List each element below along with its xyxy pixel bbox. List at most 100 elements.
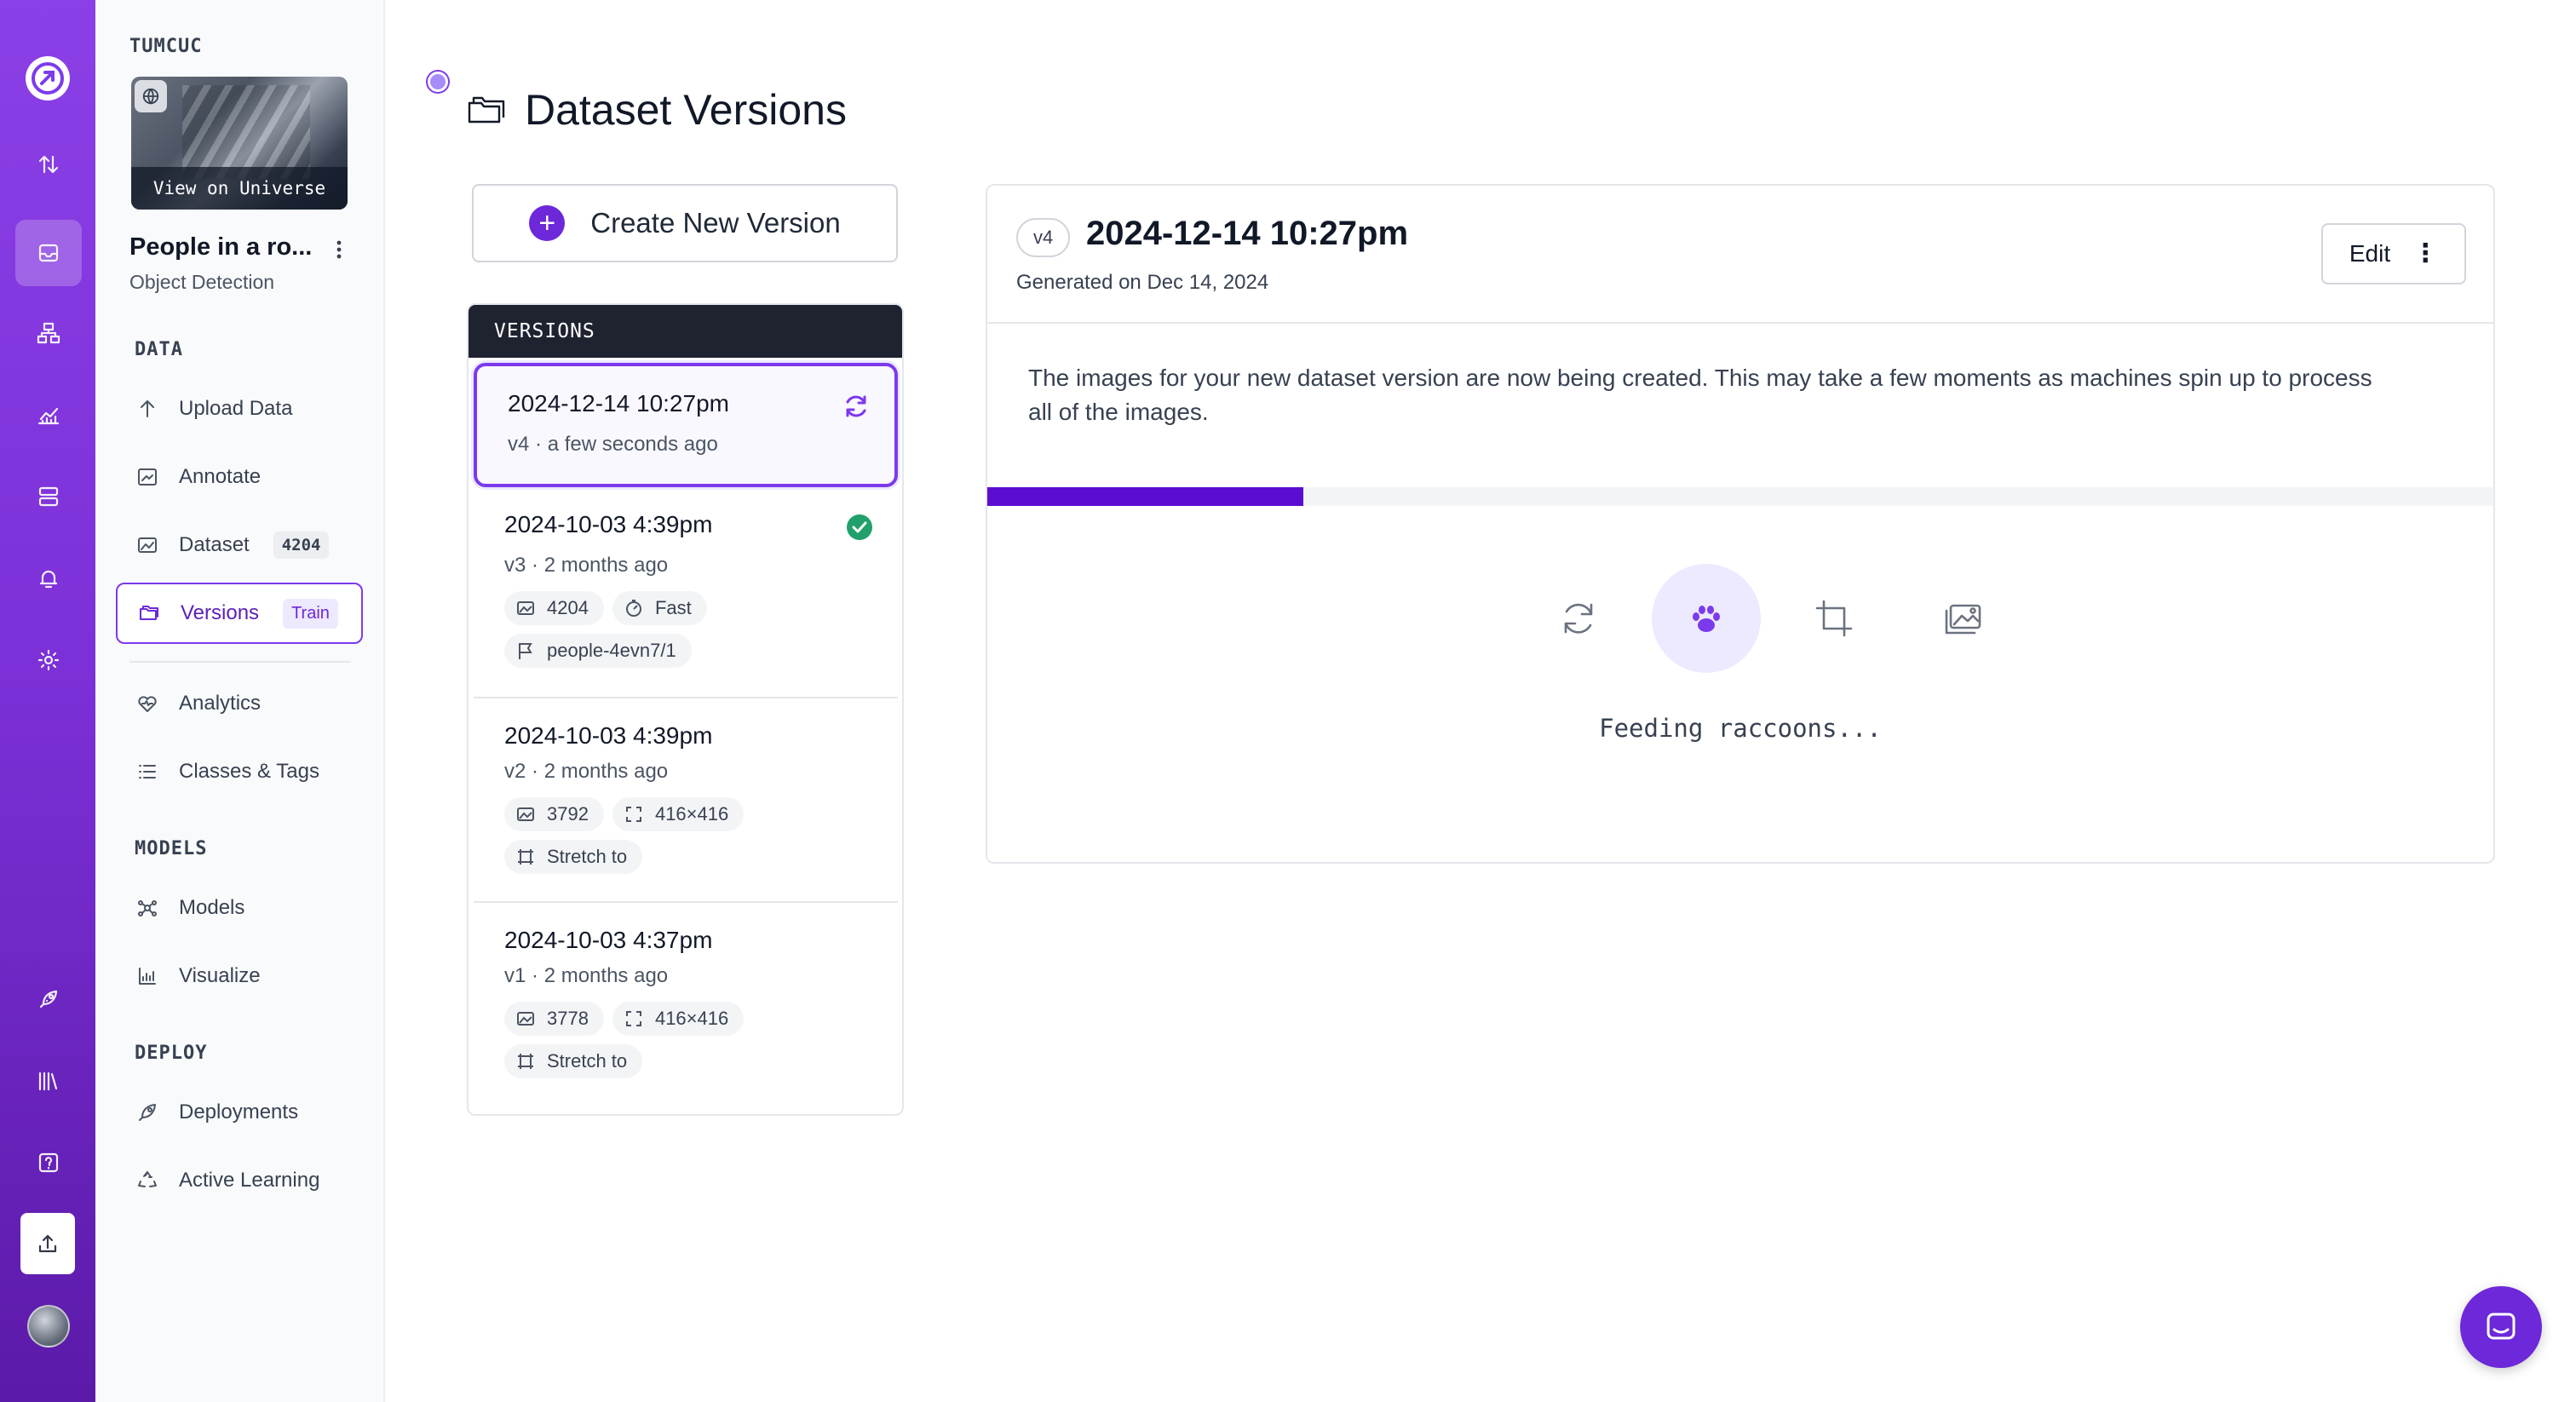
nav-classes-tags-label: Classes & Tags — [179, 760, 319, 783]
version-chips: 3792 416×416 Stretch to — [504, 797, 879, 874]
version-detail-header: v4 2024-12-14 10:27pm Generated on Dec 1… — [987, 186, 2493, 324]
version-date: 2024-12-14 10:27pm — [508, 390, 729, 417]
chat-icon — [2487, 1313, 2516, 1340]
version-card[interactable]: 2024-10-03 4:39pm v3 · 2 months ago 4204… — [474, 487, 898, 678]
create-new-version-button[interactable]: + Create New Version — [472, 184, 898, 262]
project-thumbnail[interactable]: View on Universe — [131, 77, 348, 210]
project-sidebar: TUMCUC View on Universe People in a ro..… — [95, 0, 448, 1402]
library-icon[interactable] — [15, 1048, 82, 1114]
nav-versions-label: Versions — [181, 601, 260, 624]
version-card[interactable]: 2024-10-03 4:39pm v2 · 2 months ago 3792… — [474, 698, 898, 901]
transfer-icon[interactable] — [15, 131, 82, 198]
nav-dataset[interactable]: Dataset 4204 — [116, 514, 363, 576]
section-models: MODELS — [135, 838, 208, 859]
refresh-icon — [1524, 564, 1633, 673]
chip: 3792 — [504, 797, 604, 831]
chip: 3778 — [504, 1002, 604, 1036]
dataset-icon — [138, 537, 157, 553]
create-new-version-label: Create New Version — [590, 207, 841, 238]
list-icon — [139, 765, 156, 779]
image-icon — [517, 1012, 534, 1026]
roboflow-logo-icon[interactable] — [26, 56, 70, 101]
project-name[interactable]: People in a ro... — [129, 233, 312, 261]
chat-launcher-button[interactable] — [2460, 1286, 2542, 1368]
workflow-icon[interactable] — [15, 300, 82, 366]
globe-icon — [135, 80, 167, 112]
nav-active-learning[interactable]: Active Learning — [116, 1150, 363, 1211]
generation-message: The images for your new dataset version … — [1028, 365, 2372, 425]
image-icon — [517, 807, 534, 821]
crop-icon — [518, 849, 533, 865]
chip: 416×416 — [612, 797, 745, 831]
avatar[interactable] — [27, 1305, 70, 1347]
nav-analytics[interactable]: Analytics — [116, 673, 363, 734]
generated-date: Generated on Dec 14, 2024 — [1016, 271, 1269, 294]
chip: Stretch to — [504, 1044, 643, 1078]
nav-deployments[interactable]: Deployments — [116, 1082, 363, 1143]
nav-active-learning-label: Active Learning — [179, 1169, 320, 1192]
workspace-name[interactable]: TUMCUC — [129, 36, 202, 57]
chip: 416×416 — [612, 1002, 745, 1036]
nav-upload-data[interactable]: Upload Data — [116, 378, 363, 440]
nav-visualize[interactable]: Visualize — [116, 945, 363, 1007]
server-icon[interactable] — [15, 463, 82, 530]
version-tag-badge: v4 — [1016, 218, 1071, 257]
nav-models[interactable]: Models — [116, 877, 363, 939]
visualize-icon — [139, 968, 156, 985]
bell-icon[interactable] — [15, 545, 82, 612]
nav-annotate[interactable]: Annotate — [116, 446, 363, 508]
version-detail-panel: v4 2024-12-14 10:27pm Generated on Dec 1… — [986, 184, 2495, 864]
version-card[interactable]: 2024-10-03 4:37pm v1 · 2 months ago 3778… — [474, 903, 898, 1107]
image-icon — [517, 601, 534, 615]
rocket-icon[interactable] — [15, 966, 82, 1032]
nav-divider — [129, 661, 351, 663]
nav-models-label: Models — [179, 896, 245, 919]
nav-annotate-label: Annotate — [179, 465, 262, 488]
status-text: Feeding raccoons... — [1599, 714, 1882, 743]
view-on-universe-link[interactable]: View on Universe — [131, 167, 348, 210]
page-title: Dataset Versions — [525, 86, 847, 134]
folder-icon — [468, 96, 505, 124]
version-meta: v1 · 2 months ago — [504, 964, 669, 987]
analytics-icon — [138, 696, 157, 712]
version-title: 2024-12-14 10:27pm — [1086, 215, 1409, 252]
annotate-icon — [138, 468, 157, 486]
images-icon — [1909, 564, 2018, 673]
versions-folder-icon — [140, 606, 158, 620]
project-menu-icon[interactable] — [327, 235, 351, 264]
gear-icon[interactable] — [15, 627, 82, 693]
version-card[interactable]: 2024-12-14 10:27pm v4 · a few seconds ag… — [474, 363, 898, 487]
chart-icon[interactable] — [15, 382, 82, 448]
version-date: 2024-10-03 4:37pm — [504, 927, 713, 953]
versions-list: VERSIONS 2024-12-14 10:27pm v4 · a few s… — [467, 303, 904, 1116]
status-dot — [428, 72, 448, 92]
help-icon[interactable] — [15, 1129, 82, 1196]
version-chips: 3778 416×416 Stretch to — [504, 1002, 879, 1078]
chip: Fast — [612, 591, 707, 625]
nav-visualize-label: Visualize — [179, 964, 261, 987]
chip: Stretch to — [504, 840, 643, 874]
chip: people-4evn7/1 — [504, 634, 692, 668]
version-meta: v4 · a few seconds ago — [508, 433, 718, 456]
global-nav-rail — [0, 0, 95, 1402]
plus-icon: + — [529, 205, 566, 241]
nav-classes-tags[interactable]: Classes & Tags — [116, 741, 363, 802]
page-header: Dataset Versions — [467, 85, 847, 135]
version-chips: 4204 Fast people-4evn7/1 — [504, 591, 879, 668]
version-meta: v2 · 2 months ago — [504, 760, 669, 783]
generation-steps — [1524, 564, 1981, 675]
version-date: 2024-10-03 4:39pm — [504, 511, 713, 537]
progress-fill — [987, 487, 1304, 506]
paw-icon — [1652, 564, 1761, 673]
inbox-icon[interactable] — [15, 220, 82, 286]
version-meta: v3 · 2 months ago — [504, 554, 669, 577]
dataset-count-badge: 4204 — [273, 531, 330, 559]
generation-progress-bar — [987, 487, 2493, 506]
resize-icon — [625, 807, 641, 822]
nav-versions[interactable]: Versions Train — [116, 583, 363, 644]
chip: 4204 — [504, 591, 604, 625]
nav-analytics-label: Analytics — [179, 692, 262, 715]
upload-icon[interactable] — [20, 1213, 75, 1274]
project-type: Object Detection — [129, 271, 275, 293]
edit-button[interactable]: Edit ⋮ — [2321, 223, 2466, 284]
